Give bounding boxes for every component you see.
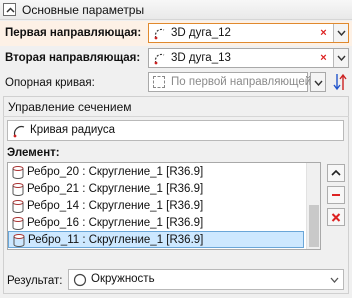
first-guide-value: 3D дуга_12 [171,27,231,39]
list-item[interactable]: Ребро_21 : Скругление_1 [R36.9] [8,181,304,198]
list-scrollbar[interactable] [306,163,320,249]
chevron-down-icon [330,277,339,283]
list-item-label: Ребро_21 : Скругление_1 [R36.9] [27,183,204,195]
chevron-down-icon [337,55,346,61]
list-item-label: Ребро_14 : Скругление_1 [R36.9] [27,200,204,212]
support-curve-dropdown-button[interactable] [310,72,326,92]
remove-button[interactable] [327,186,345,204]
arc-3d-icon [154,28,165,40]
second-guide-value: 3D дуга_13 [171,52,231,64]
list-item-label: Ребро_16 : Скругление_1 [R36.9] [27,217,204,229]
edge-cylinder-icon [12,183,24,196]
edge-cylinder-icon [12,200,24,213]
divider [3,116,349,117]
edge-cylinder-icon [12,217,24,230]
result-value: Окружность [91,273,155,285]
section-header[interactable]: Основные параметры [0,0,352,20]
list-item[interactable]: Ребро_20 : Скругление_1 [R36.9] [8,164,304,181]
delete-cross-icon [331,213,341,222]
swap-arrows-icon [333,73,347,91]
collapse-icon[interactable] [3,3,16,16]
elements-label: Элемент: [7,147,60,159]
second-guide-label: Вторая направляющая: [5,52,141,64]
second-guide-row: Вторая направляющая: 3D дуга_13 × [0,46,352,71]
result-label: Результат: [7,275,63,287]
chevron-down-icon [314,80,323,86]
circle-icon [73,273,87,287]
move-up-button[interactable] [327,164,345,182]
support-curve-label: Опорная кривая: [5,77,95,89]
chevron-up-icon [331,169,341,176]
first-guide-row: Первая направляющая: 3D дуга_12 × [0,21,352,46]
minus-icon [332,194,340,196]
first-guide-label: Первая направляющая: [5,27,142,39]
support-curve-placeholder: По первой направляющей [171,76,312,88]
list-item-label: Ребро_20 : Скругление_1 [R36.9] [27,166,204,178]
first-guide-field[interactable]: 3D дуга_12 × [148,23,349,43]
edge-cylinder-icon [13,234,25,247]
dashed-selection-icon [153,76,165,88]
edge-cylinder-icon [12,166,24,179]
radius-curve-icon [13,125,25,138]
clear-second-guide-icon[interactable]: × [316,49,331,67]
delete-all-button[interactable] [327,208,345,226]
second-guide-dropdown-button[interactable] [333,49,348,67]
support-curve-field[interactable]: По первой направляющей [148,72,312,92]
reverse-direction-button[interactable] [331,72,349,92]
clear-first-guide-icon[interactable]: × [316,24,331,42]
section-mode-field[interactable]: Кривая радиуса [7,120,344,141]
chevron-down-icon [337,30,346,36]
list-item-selected[interactable]: Ребро_11 : Скругление_1 [R36.9] [8,231,304,248]
section-mode-value: Кривая радиуса [30,124,116,136]
elements-list[interactable]: Ребро_20 : Скругление_1 [R36.9] Ребро_21… [7,162,321,250]
list-item-label: Ребро_11 : Скругление_1 [R36.9] [28,234,204,246]
section-title: Основные параметры [22,3,145,17]
arc-3d-icon [154,53,165,65]
list-item[interactable]: Ребро_14 : Скругление_1 [R36.9] [8,198,304,215]
second-guide-field[interactable]: 3D дуга_13 × [148,48,349,68]
first-guide-dropdown-button[interactable] [333,24,348,42]
section-control-title: Управление сечением [8,100,132,114]
list-item[interactable]: Ребро_16 : Скругление_1 [R36.9] [8,215,304,232]
scrollbar-thumb[interactable] [309,205,319,247]
result-select[interactable]: Окружность [68,269,344,290]
